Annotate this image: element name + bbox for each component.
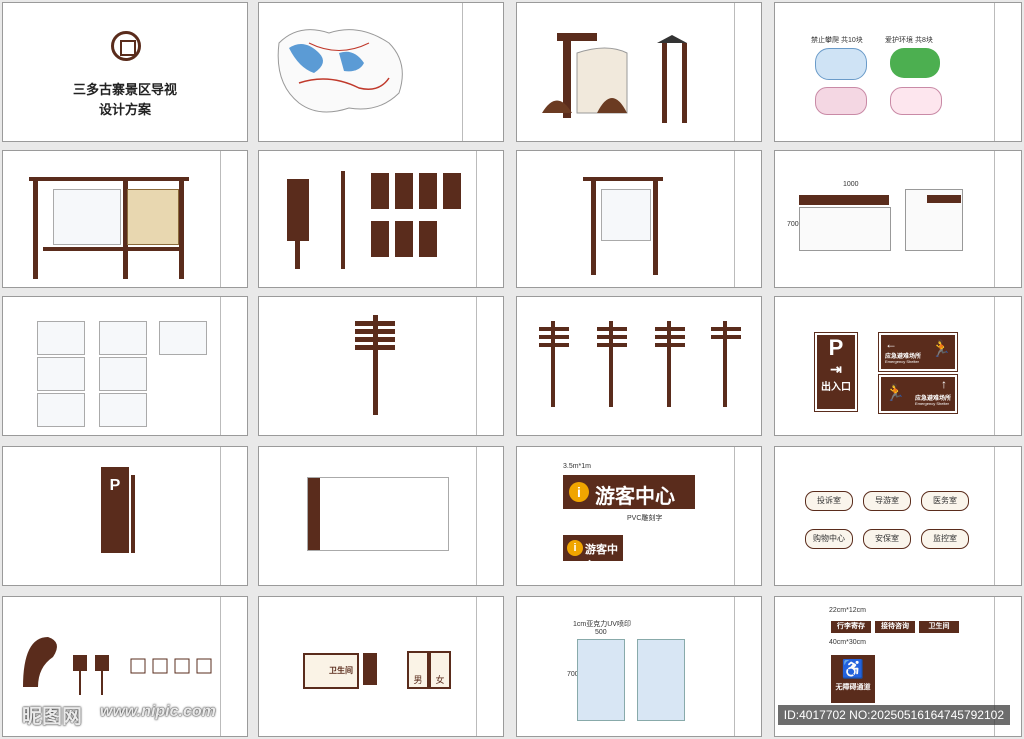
parking-icon: P: [828, 335, 844, 360]
acrylic-board-2: [637, 639, 685, 721]
vc-big-label: 游客中心: [595, 486, 675, 508]
visitor-center-big-sign: i 游客中心: [563, 475, 695, 509]
male-sign: 男: [407, 651, 429, 689]
gate-drawing: [542, 33, 687, 123]
accessible-sign: ♿ 无障碍通道: [831, 655, 875, 703]
acc-tag-label: 接待咨询: [881, 623, 909, 630]
wheelchair-icon: ♿: [841, 659, 865, 679]
info-icon-small: i: [567, 540, 583, 556]
dim-1000: 1000: [843, 181, 859, 188]
service-tag: 投诉室: [805, 491, 853, 511]
shelter-label-2-en: Emergency Shelter: [915, 401, 950, 406]
sheet-big-map: [258, 446, 504, 586]
sheet-route-map: [258, 2, 504, 142]
sheet-gate: [516, 2, 762, 142]
watermark-logo: 昵图网: [22, 706, 82, 728]
sheet-notice-boards: [258, 150, 504, 288]
vc-size-note: 3.5m*1m: [563, 463, 592, 470]
logo-emblem: [111, 31, 141, 61]
arrow-up-icon: ↑: [941, 377, 947, 391]
info-panel: [127, 189, 179, 245]
sheet-maps-grid: [2, 296, 248, 436]
sheet-stickers: 禁止攀爬 共10块 爱护环境 共8块: [774, 2, 1022, 142]
visitor-center-small-sign: i 游客中心: [563, 535, 623, 572]
acc-tag-2: 接待咨询: [875, 621, 915, 633]
wall-board-header: [799, 195, 889, 205]
acrylic-board-1: [577, 639, 625, 721]
run-icon: 🏃: [931, 341, 951, 358]
shelter-label-1-en: Emergency Shelter: [885, 359, 920, 364]
accessible-label: 无障碍通道: [835, 684, 871, 691]
sheet-wall-board: 1000 700: [774, 150, 1022, 288]
sticker-blue: [815, 48, 867, 80]
sheet-parking-totem: P: [2, 446, 248, 586]
sticker-green: [890, 48, 940, 78]
sticker-note-left: 禁止攀爬 共10块: [811, 37, 863, 44]
sticker-pink: [815, 87, 867, 115]
vc-small-label: 游客中心: [585, 544, 618, 572]
run-icon-2: 🏃: [885, 385, 905, 402]
shelter-sign-right: 🏃 ↑ 应急避难场所 Emergency Shelter: [878, 374, 958, 414]
watermark-url: www.nipic.com: [100, 703, 216, 720]
sheet-parking-signs: P ⇥ 出入口 ← 🏃 应急避难场所 Emergency Shelter 🏃 ↑…: [774, 296, 1022, 436]
entrance-label: 出入口: [821, 382, 851, 393]
board-note: 1cm亚克力UV喷印: [573, 621, 631, 628]
service-tag: 安保室: [863, 529, 911, 549]
cover-subtitle: 设计方案: [98, 102, 151, 117]
toilet-label: 卫生间: [329, 666, 353, 675]
acc-tag-label: 卫生间: [928, 623, 950, 630]
service-tag: 导游室: [863, 491, 911, 511]
sticker-pink-2: [890, 87, 942, 115]
shelter-sign-left: ← 🏃 应急避难场所 Emergency Shelter: [878, 332, 958, 372]
acc-tag-3: 卫生间: [919, 621, 959, 633]
totem-parking-icon: P: [109, 477, 121, 494]
acc-header-note: 22cm*12cm: [829, 607, 866, 614]
arrow-left-icon: ←: [885, 337, 897, 351]
sheet-four-posts: [516, 296, 762, 436]
sticker-note-right: 爱护环境 共8块: [885, 37, 933, 44]
sheet-map-board: [2, 150, 248, 288]
toilet-sign: 卫生间: [303, 653, 359, 689]
parking-sign: P ⇥ 出入口: [814, 332, 858, 412]
board-dim-w: 500: [595, 629, 607, 636]
sheet-service-tags: 投诉室 导游室 医务室 购物中心 安保室 监控室: [774, 446, 1022, 586]
female-label: 女: [435, 675, 445, 685]
sheet-map-board-2: [516, 150, 762, 288]
service-tag: 医务室: [921, 491, 969, 511]
acc-tag-label: 行李寄存: [837, 623, 865, 630]
male-label: 男: [413, 675, 423, 685]
acc-tag-1: 行李寄存: [831, 621, 871, 633]
exit-icon: ⇥: [830, 361, 842, 377]
sheet-visitor-center: 3.5m*1m i 游客中心 PVC雕刻字 i 游客中心: [516, 446, 762, 586]
female-sign: 女: [429, 651, 451, 689]
service-tag: 监控室: [921, 529, 969, 549]
sheet-toilets: 卫生间 男 女: [258, 596, 504, 737]
sheet-acrylic-boards: 1cm亚克力UV喷印 500 700: [516, 596, 762, 737]
service-tag: 购物中心: [805, 529, 853, 549]
vc-small-note: PVC雕刻字: [627, 515, 663, 522]
acc-sub-note: 40cm*30cm: [829, 639, 866, 646]
id-bar: ID:4017702 NO:20250516164745792102: [777, 705, 1010, 725]
sheet-direction-post: [258, 296, 504, 436]
cover-title: 三多古寨景区导视: [72, 82, 177, 97]
info-icon: i: [569, 482, 589, 502]
sheet-cover: 三多古寨景区导视 设计方案: [2, 2, 248, 142]
dim-700: 700: [787, 221, 799, 228]
